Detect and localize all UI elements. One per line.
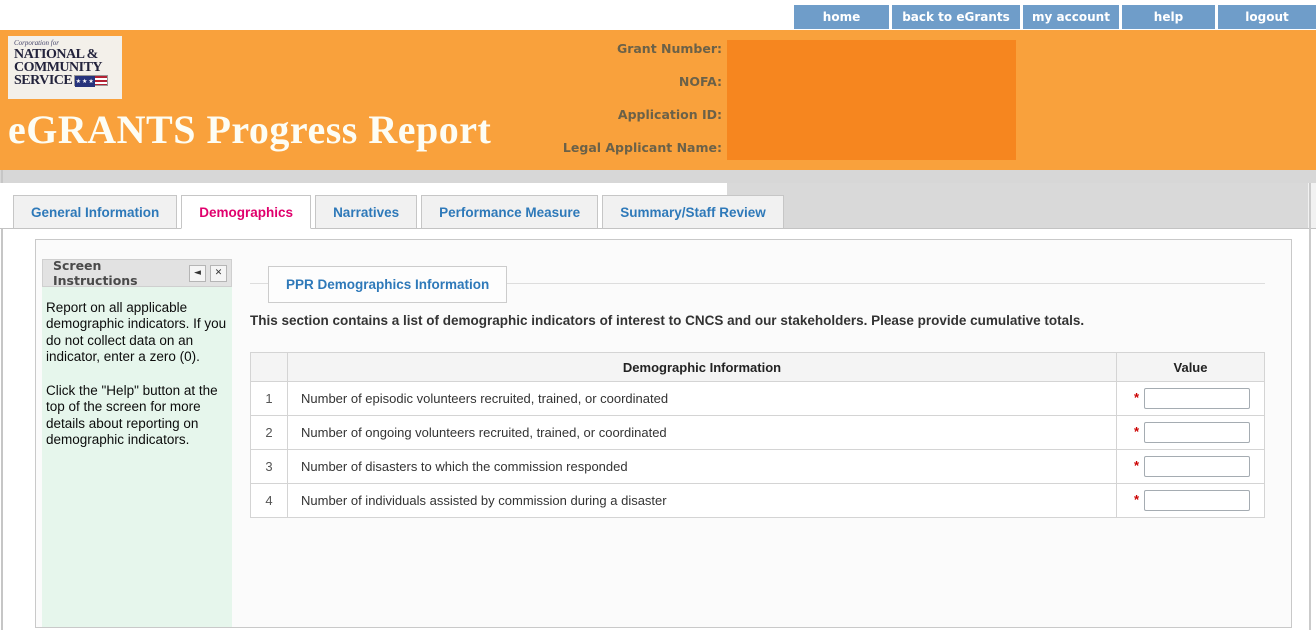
legal-applicant-name-label: Legal Applicant Name: xyxy=(562,140,722,155)
tab-narratives[interactable]: Narratives xyxy=(315,195,418,229)
logo-line-3: SERVICE ★★★ xyxy=(14,73,117,88)
collapse-left-icon[interactable]: ◄ xyxy=(189,264,206,282)
instructions-paragraph: Click the "Help" button at the top of th… xyxy=(46,382,218,448)
table-row: 3 Number of disasters to which the commi… xyxy=(250,449,1265,484)
tab-summary-staff-review[interactable]: Summary/Staff Review xyxy=(602,195,784,229)
header-info-cell: Demographic Information xyxy=(287,352,1117,382)
screen-instructions-title: Screen Instructions xyxy=(53,258,138,288)
grant-values-redacted-block xyxy=(727,40,1016,160)
page: { "nav": { "items": [ { "label": "home" … xyxy=(0,0,1316,630)
row-description: Number of disasters to which the commiss… xyxy=(287,449,1117,484)
row-description: Number of ongoing volunteers recruited, … xyxy=(287,415,1117,450)
nofa-label: NOFA: xyxy=(678,74,722,89)
screen-instructions-panel: Screen Instructions ◄ ✕ Report on all ap… xyxy=(42,258,232,627)
content-panel: Screen Instructions ◄ ✕ Report on all ap… xyxy=(35,239,1292,628)
tab-strip: General Information Demographics Narrati… xyxy=(0,183,1316,229)
value-input-3[interactable] xyxy=(1144,456,1251,477)
top-nav: home back to eGrants my account help log… xyxy=(794,5,1316,29)
value-input-2[interactable] xyxy=(1144,422,1251,443)
row-number: 2 xyxy=(250,415,288,450)
nav-home-button[interactable]: home xyxy=(794,5,889,29)
required-asterisk: * xyxy=(1134,457,1140,473)
nav-back-to-egrants-button[interactable]: back to eGrants xyxy=(892,5,1020,29)
nav-help-button[interactable]: help xyxy=(1122,5,1215,29)
cncs-logo: Corporation for NATIONAL & COMMUNITY SER… xyxy=(8,36,122,99)
row-number: 3 xyxy=(250,449,288,484)
window-right-border xyxy=(1309,183,1311,630)
section-description: This section contains a list of demograp… xyxy=(250,313,1085,328)
nav-my-account-button[interactable]: my account xyxy=(1023,5,1119,29)
flag-stars: ★★★ xyxy=(75,76,96,87)
row-value-cell: * xyxy=(1116,381,1265,416)
nav-logout-button[interactable]: logout xyxy=(1218,5,1316,29)
instructions-paragraph: Report on all applicable demographic ind… xyxy=(46,300,227,365)
grant-number-label: Grant Number: xyxy=(616,41,722,56)
page-title: eGRANTS Progress Report xyxy=(8,107,492,152)
table-header-row: Demographic Information Value xyxy=(250,352,1265,382)
required-asterisk: * xyxy=(1134,389,1140,405)
required-asterisk: * xyxy=(1134,491,1140,507)
logo-service-text: SERVICE xyxy=(14,73,73,88)
table-row: 2 Number of ongoing volunteers recruited… xyxy=(250,415,1265,450)
row-number: 4 xyxy=(250,483,288,518)
top-bar: home back to eGrants my account help log… xyxy=(0,0,1316,30)
row-description: Number of individuals assisted by commis… xyxy=(287,483,1117,518)
row-value-cell: * xyxy=(1116,449,1265,484)
application-id-label: Application ID: xyxy=(617,107,722,122)
logo-corp-line: Corporation for xyxy=(14,39,59,47)
required-asterisk: * xyxy=(1134,423,1140,439)
table-row: 1 Number of episodic volunteers recruite… xyxy=(250,381,1265,416)
grant-fields: Grant Number: NOFA: Application ID: Lega… xyxy=(540,41,722,173)
value-input-1[interactable] xyxy=(1144,388,1251,409)
tabs: General Information Demographics Narrati… xyxy=(13,195,788,229)
table-row: 4 Number of individuals assisted by comm… xyxy=(250,483,1265,518)
demographics-table: Demographic Information Value 1 Number o… xyxy=(250,352,1265,518)
row-number: 1 xyxy=(250,381,288,416)
section-title-tab[interactable]: PPR Demographics Information xyxy=(268,266,508,303)
row-description: Number of episodic volunteers recruited,… xyxy=(287,381,1117,416)
tab-general-information[interactable]: General Information xyxy=(13,195,178,229)
row-value-cell: * xyxy=(1116,483,1265,518)
screen-instructions-header: Screen Instructions ◄ ✕ xyxy=(42,258,232,288)
value-input-4[interactable] xyxy=(1144,490,1251,511)
tab-performance-measure[interactable]: Performance Measure xyxy=(421,195,599,229)
screen-instructions-body: Report on all applicable demographic ind… xyxy=(42,287,232,627)
banner: Corporation for NATIONAL & COMMUNITY SER… xyxy=(0,30,1316,170)
us-flag-icon: ★★★ xyxy=(74,75,109,87)
header-number-cell xyxy=(250,352,288,382)
tab-demographics[interactable]: Demographics xyxy=(181,195,312,229)
demographics-section: PPR Demographics Information This sectio… xyxy=(250,266,1265,627)
close-icon[interactable]: ✕ xyxy=(210,264,227,282)
row-value-cell: * xyxy=(1116,415,1265,450)
header-value-cell: Value xyxy=(1116,352,1265,382)
